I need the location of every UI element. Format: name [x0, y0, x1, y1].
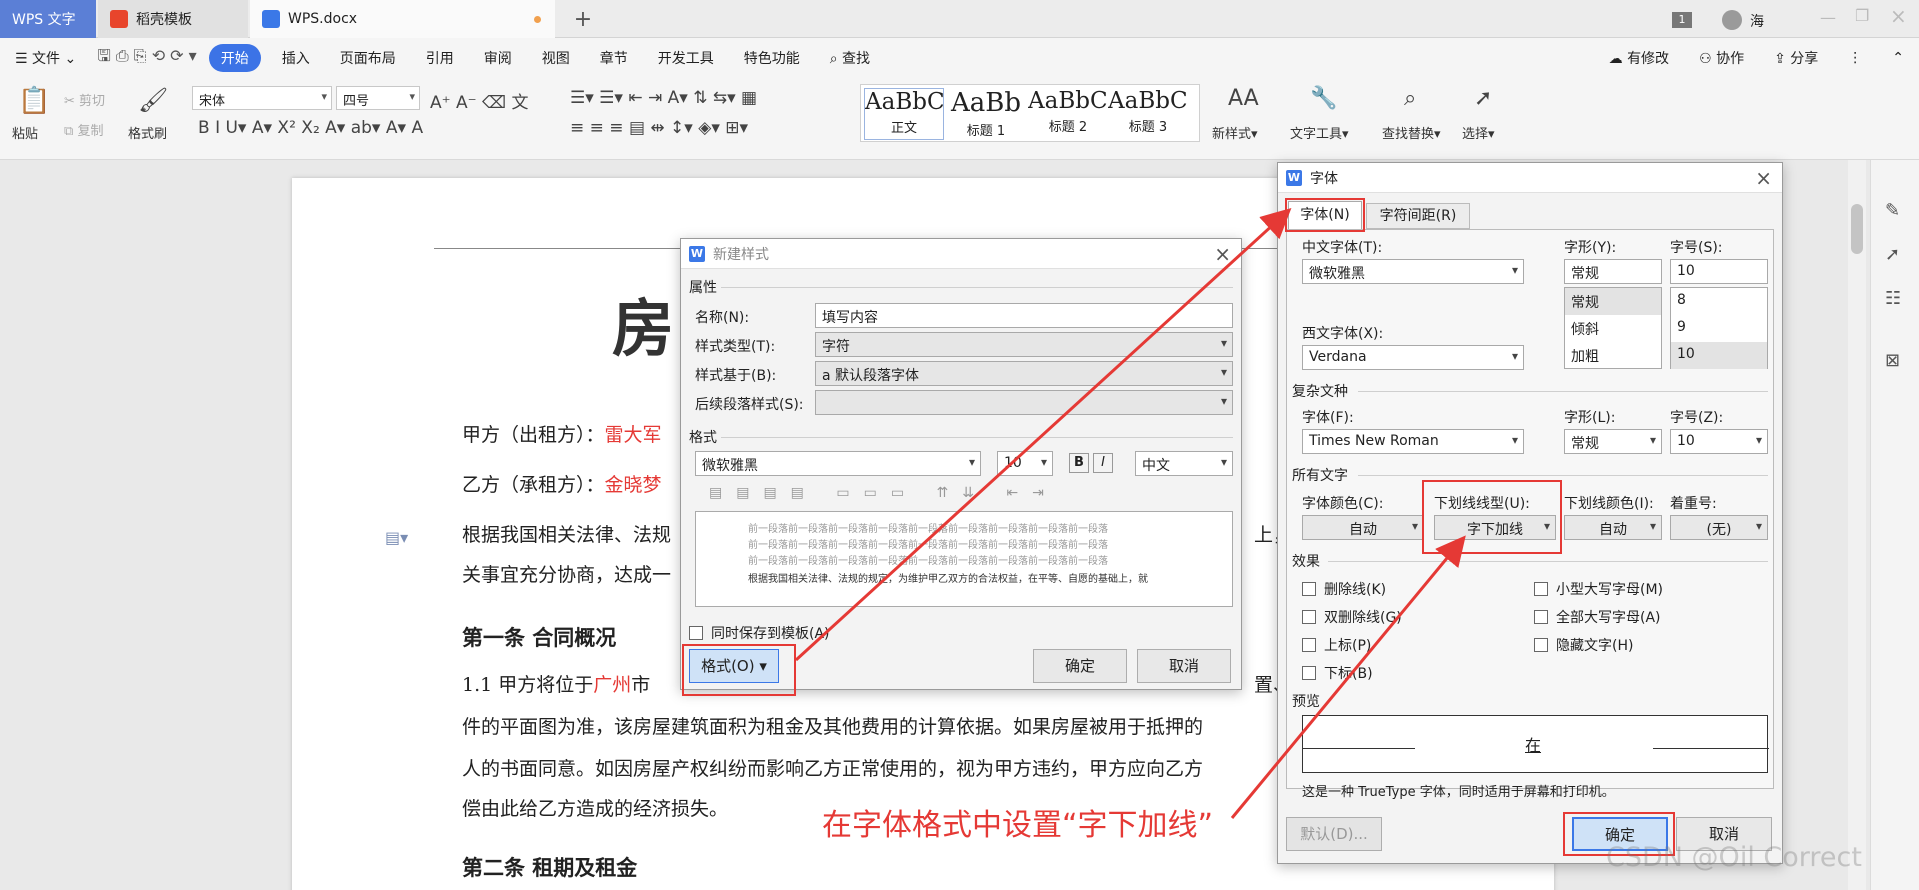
arrow-to-font-tab: [794, 207, 1292, 662]
annotation-arrows: [794, 207, 1466, 819]
watermark: CSDN @Oil Correct: [1606, 842, 1862, 873]
arrow-to-underline-type: [1230, 535, 1466, 819]
annotation-text: 在字体格式中设置“字下加线”: [822, 808, 1214, 843]
